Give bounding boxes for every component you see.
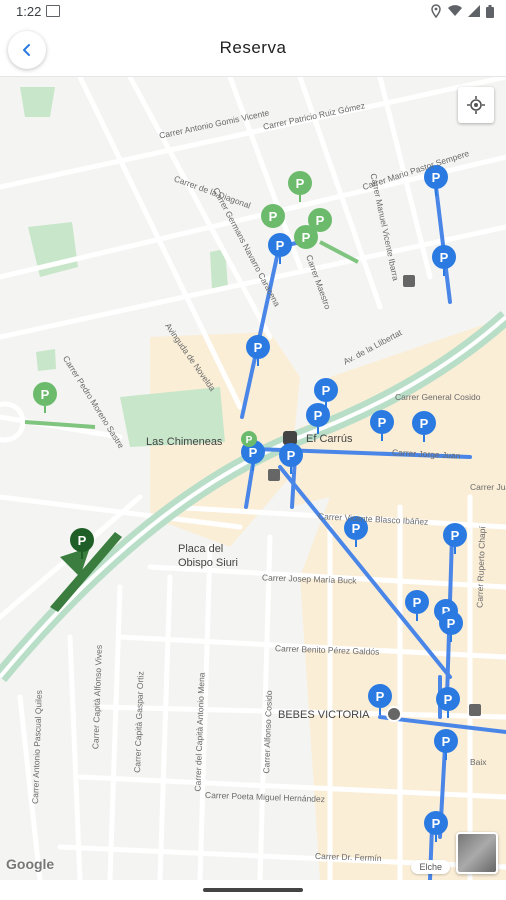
street-label: Carrer Juan [470,482,506,492]
wifi-icon [448,5,462,17]
place-label: Placa del Obispo Siuri [178,543,238,569]
google-logo: Google [6,856,55,872]
svg-text:P: P [447,616,456,631]
svg-text:P: P [440,250,449,265]
status-icons [430,4,494,18]
svg-text:P: P [378,415,387,430]
svg-text:P: P [276,238,285,253]
svg-text:P: P [246,435,253,446]
svg-text:P: P [269,209,278,224]
svg-text:P: P [254,340,263,355]
place-label: Las Chimeneas [146,436,223,448]
navigation-bar [0,880,506,900]
signal-icon [468,5,480,17]
parking-pin-icon: P [261,204,285,228]
screenshot-icon [46,5,60,17]
svg-text:P: P [41,387,50,402]
location-icon [431,4,441,18]
map-view[interactable]: P P P P P P P P P P P P P P P P P P P P … [0,77,506,880]
place-label: BEBES VICTORIA [278,709,370,721]
svg-text:P: P [316,213,325,228]
svg-text:P: P [78,533,87,548]
city-label: Elche [411,860,450,874]
svg-text:P: P [314,408,323,423]
parking-pin-icon: P [33,382,57,413]
parking-pin-icon: P [268,233,292,264]
page-title: Reserva [219,38,287,57]
svg-text:P: P [249,445,258,460]
app-bar: Reserva [0,24,506,77]
home-indicator[interactable] [203,888,303,892]
svg-text:P: P [432,170,441,185]
svg-text:P: P [444,692,453,707]
svg-text:P: P [432,816,441,831]
locate-button[interactable] [458,87,494,123]
battery-icon [486,4,494,18]
parking-pin-icon: P [294,225,318,249]
status-time: 1:22 [16,4,42,19]
svg-text:P: P [322,383,331,398]
place-label: Ef Carrús [306,433,353,445]
street-label: Carrer General Cosido [395,392,481,402]
street-label: Baix [470,757,487,767]
crosshair-icon [467,96,485,114]
map-canvas: P P P P P P P P P P P P P P P P P P P P … [0,77,506,880]
status-bar: 1:22 [0,0,506,24]
svg-text:P: P [376,689,385,704]
svg-text:P: P [296,176,305,191]
svg-text:P: P [442,734,451,749]
svg-text:P: P [420,416,429,431]
parking-pin-icon: P [241,431,257,447]
parking-pin-icon: P [288,171,312,202]
svg-text:P: P [451,528,460,543]
svg-text:P: P [413,595,422,610]
parking-pin-icon: P [432,245,456,276]
svg-text:P: P [302,230,311,245]
map-layer-button[interactable] [456,832,498,874]
svg-text:P: P [287,448,296,463]
